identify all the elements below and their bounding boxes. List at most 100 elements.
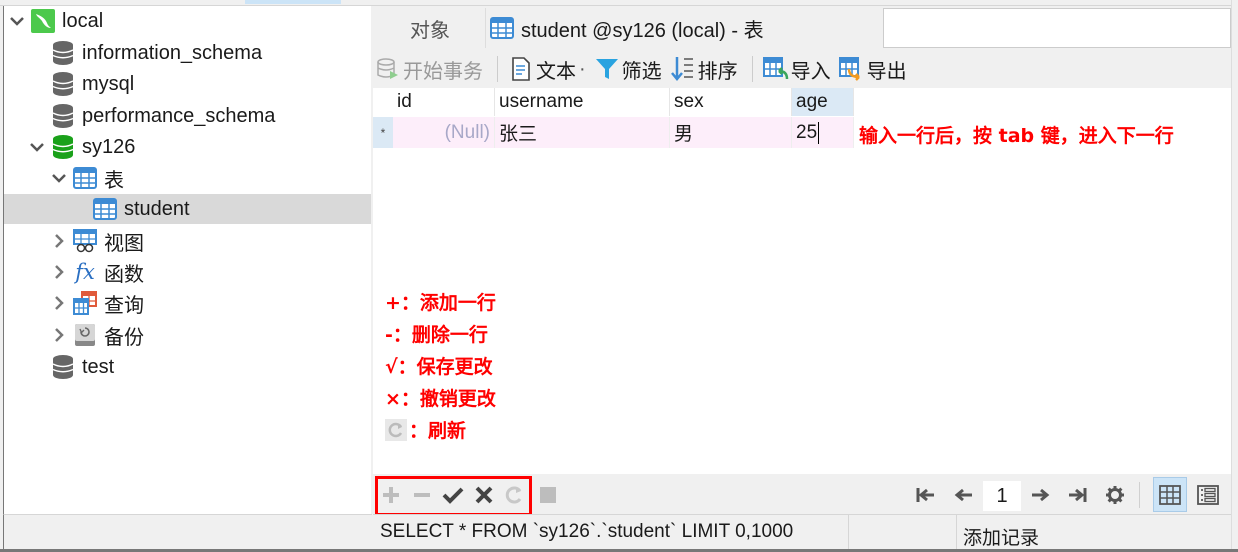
column-header-sex[interactable]: sex: [670, 88, 792, 116]
minus-icon: [414, 493, 430, 497]
gear-icon: [1106, 486, 1124, 504]
group-label: 备份: [104, 326, 144, 349]
filter-button[interactable]: 筛选: [592, 53, 664, 85]
first-page-icon: [916, 488, 934, 502]
mysql-connection-icon: [30, 8, 56, 34]
tree-db-sy126[interactable]: sy126: [28, 132, 135, 162]
database-active-icon: [50, 134, 76, 160]
discard-changes-button[interactable]: [471, 482, 497, 508]
data-grid: id username sex age * (Null) 张三 男 25 输入一…: [373, 88, 1231, 474]
filter-label: 筛选: [621, 60, 662, 83]
tab-student-table[interactable]: student @sy126 (local) - 表: [489, 8, 879, 48]
tree-group-backups[interactable]: 备份: [50, 320, 144, 350]
first-page-button[interactable]: [913, 482, 939, 508]
annotation-save: √：保存更改: [385, 356, 493, 378]
status-divider: [956, 515, 957, 551]
tree-db-mysql[interactable]: mysql: [50, 69, 134, 99]
tab-label: student @sy126 (local) - 表: [521, 19, 764, 42]
status-bar: SELECT * FROM `sy126`.`student` LIMIT 0,…: [373, 514, 1231, 551]
stop-button[interactable]: [535, 482, 561, 508]
function-icon: fx: [75, 260, 95, 284]
tree-db-performance-schema[interactable]: performance_schema: [50, 101, 275, 131]
tab-objects[interactable]: 对象: [375, 8, 486, 48]
export-button[interactable]: 导出: [837, 53, 909, 85]
column-header-id[interactable]: id: [393, 88, 495, 116]
toolbar-separator: [751, 56, 753, 82]
refresh-button[interactable]: [501, 482, 527, 508]
chevron-down-icon[interactable]: [50, 169, 68, 187]
tree-group-tables[interactable]: 表: [50, 163, 124, 193]
cell-id[interactable]: (Null): [393, 117, 495, 148]
form-view-button[interactable]: [1195, 482, 1221, 508]
previous-page-button[interactable]: [951, 482, 977, 508]
database-icon: [50, 40, 76, 66]
next-page-button[interactable]: [1027, 482, 1053, 508]
text-document-icon: [508, 56, 534, 82]
tree-group-views[interactable]: 视图: [50, 226, 144, 256]
delete-row-button[interactable]: [409, 482, 435, 508]
navigation-tree: local information_schema mysql performan…: [3, 6, 371, 514]
left-status-bar: [3, 514, 372, 551]
table-toolbar: 开始事务 文本 · 筛选 排序 导入 导出: [373, 50, 1233, 88]
chevron-right-icon[interactable]: [50, 294, 68, 312]
last-page-button[interactable]: [1064, 482, 1090, 508]
database-label: information_schema: [82, 41, 263, 64]
text-view-dropdown[interactable]: ·: [579, 58, 586, 81]
settings-button[interactable]: [1102, 482, 1128, 508]
tab-bar-search-field[interactable]: [883, 8, 1231, 48]
group-label: 视图: [104, 232, 144, 255]
tree-db-test[interactable]: test: [50, 352, 114, 382]
grid-view-button[interactable]: [1153, 477, 1187, 512]
row-marker-new[interactable]: *: [373, 117, 393, 148]
tree-group-functions[interactable]: fx 函数: [50, 257, 144, 287]
tree-db-information-schema[interactable]: information_schema: [50, 38, 262, 68]
chevron-down-icon[interactable]: [28, 138, 46, 156]
query-icon: [72, 290, 98, 316]
top-selection: [245, 0, 341, 4]
connection-label: local: [62, 9, 104, 32]
cell-username[interactable]: 张三: [495, 117, 670, 148]
tree-table-student[interactable]: student: [4, 194, 371, 224]
table-icon: [72, 165, 98, 191]
close-icon: [475, 486, 493, 504]
annotation-add-row: +：添加一行: [385, 292, 496, 314]
form-view-icon: [1197, 485, 1219, 505]
annotation-discard: ×：撤销更改: [385, 388, 496, 410]
cell-sex[interactable]: 男: [670, 117, 792, 148]
grid-view-icon: [1159, 484, 1181, 505]
tree-connection-local[interactable]: local: [8, 6, 103, 36]
cell-age-value: 25: [796, 121, 818, 143]
window-right-edge: [1231, 0, 1238, 552]
begin-transaction-label: 开始事务: [403, 60, 483, 83]
view-icon: [72, 228, 98, 254]
sort-button[interactable]: 排序: [668, 53, 740, 85]
chevron-right-icon[interactable]: [50, 263, 68, 281]
import-icon: [762, 56, 789, 82]
database-icon: [50, 103, 76, 129]
text-view-button[interactable]: 文本 ·: [506, 53, 588, 85]
tree-group-queries[interactable]: 查询: [50, 288, 144, 318]
cell-age[interactable]: 25: [792, 117, 854, 148]
status-action: 添加记录: [963, 528, 1040, 549]
database-label: test: [82, 355, 115, 378]
save-changes-button[interactable]: [440, 482, 466, 508]
group-label: 查询: [104, 294, 144, 317]
add-row-button[interactable]: [378, 482, 404, 508]
status-divider: [848, 515, 849, 551]
text-cursor: [818, 121, 820, 144]
column-header-age[interactable]: age: [792, 88, 854, 116]
chevron-down-icon[interactable]: [8, 12, 26, 30]
column-header-username[interactable]: username: [495, 88, 670, 116]
chevron-right-icon[interactable]: [50, 326, 68, 344]
begin-transaction-button[interactable]: 开始事务: [373, 53, 485, 85]
database-label: performance_schema: [82, 104, 276, 127]
tab-bar: 对象 student @sy126 (local) - 表: [373, 6, 1233, 48]
text-view-label: 文本: [536, 60, 576, 83]
backup-icon: [72, 322, 98, 348]
status-sql-query: SELECT * FROM `sy126`.`student` LIMIT 0,…: [380, 521, 794, 542]
import-button[interactable]: 导入: [761, 53, 833, 85]
page-number-input[interactable]: 1: [983, 481, 1021, 511]
chevron-right-icon[interactable]: [50, 232, 68, 250]
toolbar-separator: [497, 56, 498, 82]
annotation-tab-hint: 输入一行后，按 tab 键，进入下一行: [859, 125, 1174, 147]
